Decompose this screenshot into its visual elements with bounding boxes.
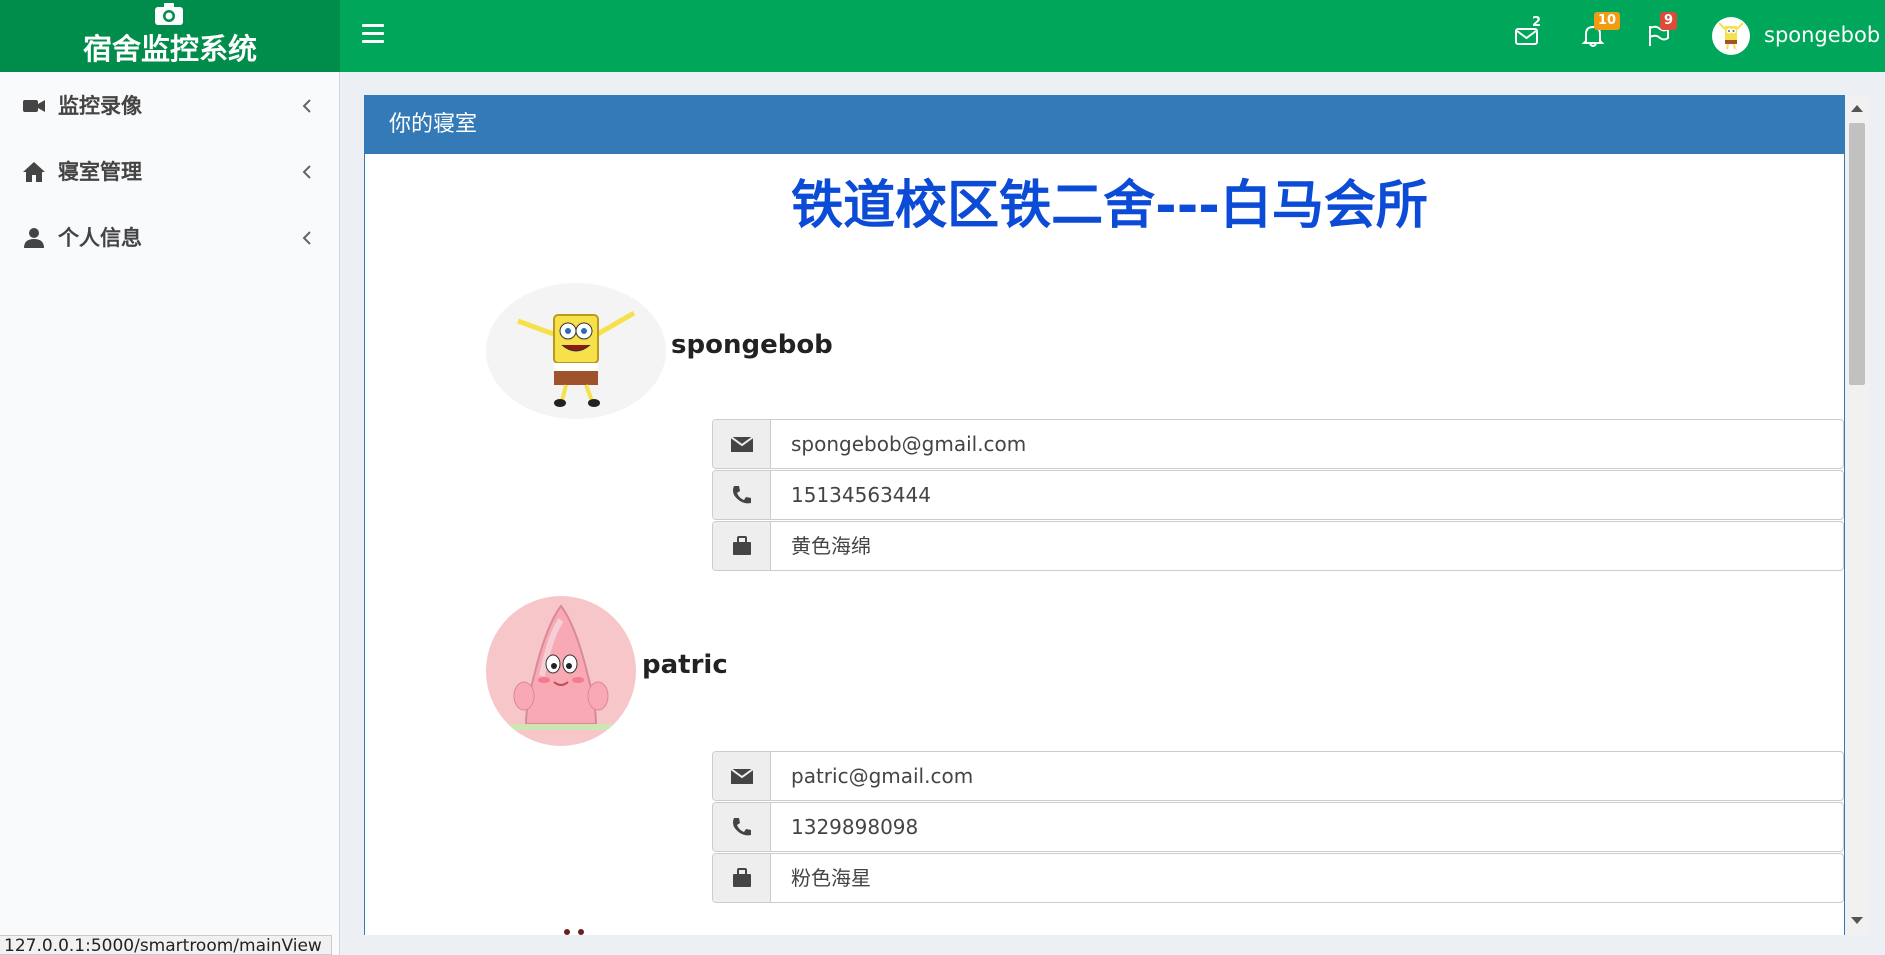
video-camera-icon: [23, 100, 45, 112]
app-title: 宿舍监控系统: [82, 32, 257, 66]
sidebar-item-label: 寝室管理: [58, 160, 142, 184]
briefcase-icon: [733, 868, 751, 887]
sidebar-item-dorm-management[interactable]: 寝室管理: [0, 144, 340, 200]
nickname-addon: [713, 522, 771, 570]
top-navbar: 宿舍监控系统 2 10 9 spongebob: [0, 0, 1885, 72]
spongebob-avatar-image: [1718, 22, 1744, 50]
hamburger-line: [362, 40, 384, 43]
envelope-icon: [731, 768, 753, 784]
roommate-avatar: [486, 283, 666, 419]
sidebar-item-label: 监控录像: [58, 94, 142, 118]
roommate-avatar: [486, 596, 636, 746]
user-avatar[interactable]: [1712, 17, 1750, 55]
user-icon: [24, 228, 44, 248]
email-addon: [713, 420, 771, 468]
phone-addon: [713, 471, 771, 519]
notifications-button[interactable]: 10: [1580, 12, 1621, 48]
phone-field: 15134563444: [712, 470, 1844, 520]
scroll-up-arrow-icon[interactable]: [1851, 105, 1863, 112]
tasks-button[interactable]: 9: [1646, 12, 1678, 48]
nickname-field: 黄色海绵: [712, 521, 1844, 571]
email-value: patric@gmail.com: [791, 764, 974, 788]
app-logo[interactable]: 宿舍监控系统: [0, 0, 340, 72]
home-icon: [23, 162, 45, 182]
panel-title: 你的寝室: [389, 112, 478, 137]
hamburger-line: [362, 32, 384, 35]
chevron-left-icon: [302, 231, 311, 245]
sidebar-item-label: 个人信息: [58, 226, 142, 250]
notifications-count-badge: 10: [1594, 12, 1621, 30]
envelope-icon: [731, 436, 753, 452]
nickname-field: 粉色海星: [712, 853, 1844, 903]
phone-icon: [733, 818, 751, 836]
sidebar-toggle-button[interactable]: [362, 24, 384, 46]
nickname-value: 黄色海绵: [791, 534, 871, 558]
messages-button[interactable]: 2: [1514, 15, 1541, 48]
email-value: spongebob@gmail.com: [791, 432, 1027, 456]
scrollbar-thumb[interactable]: [1849, 123, 1865, 385]
phone-field: 1329898098: [712, 802, 1844, 852]
browser-status-url: 127.0.0.1:5000/smartroom/mainView: [0, 935, 332, 955]
email-field: spongebob@gmail.com: [712, 419, 1844, 469]
sidebar: 监控录像 寝室管理 个人信息: [0, 72, 340, 955]
phone-icon: [733, 486, 751, 504]
patrick-image: [506, 604, 616, 730]
dorm-panel: 你的寝室 铁道校区铁二舍---白马会所 spongebob spongebob@…: [364, 95, 1845, 935]
nickname-value: 粉色海星: [791, 866, 871, 890]
next-roommate-avatar-peek: [564, 929, 584, 935]
messages-count-badge: 2: [1532, 15, 1542, 30]
camera-icon: [155, 3, 183, 25]
hamburger-icon: [362, 24, 384, 27]
dorm-name-heading: 铁道校区铁二舍---白马会所: [791, 176, 1428, 236]
sidebar-item-surveillance[interactable]: 监控录像: [0, 78, 340, 134]
briefcase-icon: [733, 536, 751, 555]
roommate-name: patric: [642, 650, 728, 680]
roommate-name: spongebob: [671, 330, 833, 360]
phone-value: 1329898098: [791, 815, 919, 839]
phone-value: 15134563444: [791, 483, 931, 507]
nickname-addon: [713, 854, 771, 902]
scroll-down-arrow-icon[interactable]: [1851, 917, 1863, 924]
chevron-left-icon: [302, 99, 311, 113]
email-field: patric@gmail.com: [712, 751, 1844, 801]
phone-addon: [713, 803, 771, 851]
user-name[interactable]: spongebob: [1764, 22, 1880, 48]
sidebar-item-personal-info[interactable]: 个人信息: [0, 210, 340, 266]
tasks-count-badge: 9: [1660, 12, 1678, 30]
email-addon: [713, 752, 771, 800]
page-scrollbar[interactable]: [1845, 95, 1869, 935]
chevron-left-icon: [302, 165, 311, 179]
spongebob-image: [517, 310, 636, 407]
panel-header: 你的寝室: [365, 96, 1844, 154]
